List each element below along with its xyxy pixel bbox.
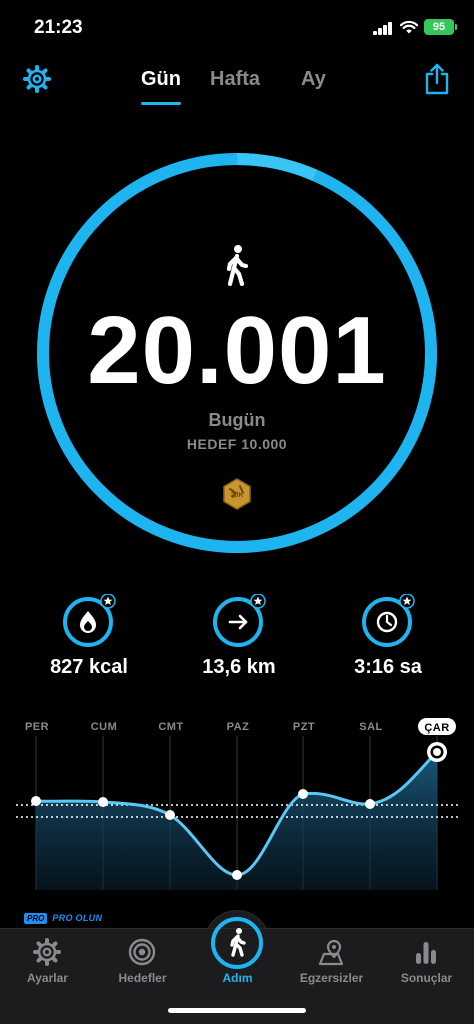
flame-icon	[63, 594, 116, 647]
tabbar-item-goals[interactable]: Hedefler	[95, 929, 190, 999]
go-pro-link[interactable]: PRO PRO OLUN	[24, 912, 102, 924]
walker-icon	[226, 245, 249, 286]
gear-icon	[33, 938, 61, 966]
map-pin-icon	[318, 939, 344, 966]
arrow-right-icon	[213, 594, 266, 647]
status-bar: 21:23 95	[0, 0, 474, 56]
distance-value: 13,6 km	[202, 656, 276, 678]
period-label: Bugün	[208, 410, 266, 430]
share-icon[interactable]	[422, 62, 452, 96]
day-label-cum: CUM	[91, 721, 118, 733]
pro-tag: PRO	[24, 912, 48, 924]
period-tabs: Gün Hafta Ay	[0, 68, 474, 108]
home-indicator	[168, 1008, 306, 1013]
chart-point-cum	[98, 797, 108, 807]
bar-chart-icon	[416, 942, 436, 964]
status-time: 21:23	[34, 17, 83, 38]
tab-month[interactable]: Ay	[301, 68, 326, 91]
tabbar-label-workouts: Egzersizler	[299, 971, 364, 985]
step-count: 20.001	[87, 297, 387, 404]
tabbar-label-steps: Adım	[222, 971, 253, 985]
chart-point-paz	[232, 870, 242, 880]
day-label-per: PER	[25, 721, 49, 733]
walker-icon	[230, 928, 246, 957]
chart-point-sal	[365, 799, 375, 809]
badge-label: 20K	[230, 492, 244, 499]
step-goal: HEDEF 10.000	[186, 436, 288, 452]
day-label-sal: SAL	[359, 721, 383, 733]
active-tab-indicator	[141, 102, 181, 105]
tab-day[interactable]: Gün	[141, 68, 181, 91]
tabbar-item-workouts[interactable]: Egzersizler	[284, 929, 379, 999]
chart-point-cmt	[165, 810, 175, 820]
day-label-paz: PAZ	[227, 721, 250, 733]
chart-point-per	[31, 796, 41, 806]
chart-point-pzt	[298, 789, 308, 799]
day-label-cmt: CMT	[158, 721, 183, 733]
tabbar-label-goals: Hedefler	[118, 971, 167, 985]
clock-icon	[362, 594, 415, 647]
duration-value: 3:16 sa	[354, 656, 422, 678]
tabbar-label-settings: Ayarlar	[27, 971, 68, 985]
tabbar-label-results: Sonuçlar	[400, 971, 453, 985]
day-label-pzt: PZT	[293, 721, 315, 733]
battery-level: 95	[432, 21, 446, 33]
signal-icon	[373, 22, 393, 35]
weekly-steps-chart[interactable]: PER CUM CMT PAZ PZT SAL ÇAR	[0, 710, 474, 910]
wifi-icon	[400, 20, 418, 34]
day-label-car: ÇAR	[424, 722, 449, 734]
tabbar-item-results[interactable]: Sonuçlar	[379, 929, 474, 999]
battery-indicator: 95	[424, 19, 457, 35]
pro-text: PRO OLUN	[52, 913, 103, 923]
tabbar-item-settings[interactable]: Ayarlar	[0, 929, 95, 999]
steps-tab-button[interactable]	[208, 914, 266, 972]
target-icon	[128, 938, 156, 966]
calories-value: 827 kcal	[50, 656, 128, 678]
tab-week[interactable]: Hafta	[210, 68, 260, 91]
